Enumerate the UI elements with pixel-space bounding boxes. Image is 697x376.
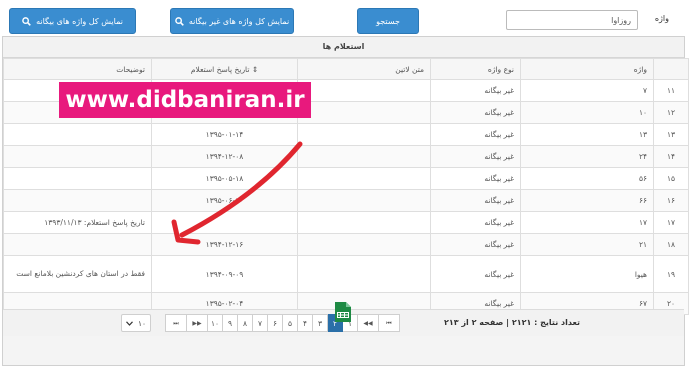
cell-word: ۱۷ <box>520 211 654 234</box>
search-input[interactable] <box>506 10 638 30</box>
search-bar: واژه جستجو نمایش کل واژه های غیر بیگانه … <box>0 0 697 36</box>
show-foreign-words-label: نمایش کل واژه های بیگانه <box>36 16 123 26</box>
cell-word: ۲۴ <box>520 145 654 168</box>
search-icon <box>174 16 184 26</box>
page-6-button[interactable]: ۶ <box>267 314 283 332</box>
cell-index: ۱۵ <box>653 167 689 190</box>
cell-type: غیر بیگانه <box>430 189 521 212</box>
cell-notes: فقط در استان های کردنشین بلامانع است <box>3 255 152 293</box>
cell-latin <box>297 211 431 234</box>
cell-word: هیوا <box>520 255 654 293</box>
cell-latin <box>297 145 431 168</box>
results-count: تعداد نتایج : ۲۱۲۱ | صفحه ۲ از ۲۱۳ <box>444 318 580 327</box>
cell-index: ۱۶ <box>653 189 689 212</box>
panel-title: استعلام ها <box>3 37 684 58</box>
cell-index: ۱۴ <box>653 145 689 168</box>
table-row[interactable]: ۱۳۹۴-۱۲-۰۸ غیر بیگانه ۲۴ ۱۴ <box>3 145 689 168</box>
prev-page-button[interactable]: ◀◀ <box>357 314 379 332</box>
cell-latin <box>297 123 431 146</box>
table-row[interactable]: ۱۳۹۵-۰۱-۱۴ غیر بیگانه ۱۳ ۱۳ <box>3 123 689 146</box>
table-row[interactable]: فقط در استان های کردنشین بلامانع است ۱۳۹۴… <box>3 255 689 293</box>
page-4-button[interactable]: ۴ <box>297 314 313 332</box>
cell-latin <box>297 189 431 212</box>
cell-notes <box>3 233 152 256</box>
header-word: واژه <box>520 58 654 80</box>
cell-type: غیر بیگانه <box>430 101 521 124</box>
cell-index: ۱۷ <box>653 211 689 234</box>
cell-latin <box>297 101 431 124</box>
cell-notes <box>3 189 152 212</box>
table-row[interactable]: ۱۳۹۵-۰۵-۱۸ غیر بیگانه ۵۶ ۱۵ <box>3 167 689 190</box>
table-header-row: توضیحات تاریخ پاسخ استعلام ⇕ متن لاتین ن… <box>3 58 689 80</box>
cell-date: ۱۳۹۴-۰۹-۰۹ <box>151 255 298 293</box>
cell-type: غیر بیگانه <box>430 255 521 293</box>
show-nonforeign-words-label: نمایش کل واژه های غیر بیگانه <box>188 16 290 26</box>
cell-word: ۱۳ <box>520 123 654 146</box>
watermark-banner: www.didbaniran.ir <box>59 82 311 118</box>
show-foreign-words-button[interactable]: نمایش کل واژه های بیگانه <box>9 8 136 34</box>
cell-type: غیر بیگانه <box>430 123 521 146</box>
table-row[interactable]: ۱۳۹۵-۰۶-۱۰ غیر بیگانه ۶۶ ۱۶ <box>3 189 689 212</box>
cell-type: غیر بیگانه <box>430 233 521 256</box>
header-latin: متن لاتین <box>297 58 431 80</box>
excel-export-icon[interactable] <box>333 301 353 323</box>
cell-type: غیر بیگانه <box>430 211 521 234</box>
show-nonforeign-words-button[interactable]: نمایش کل واژه های غیر بیگانه <box>170 8 294 34</box>
cell-notes <box>3 123 152 146</box>
page-size-select[interactable]: ۱۰ <box>121 314 151 332</box>
cell-latin <box>297 79 431 102</box>
cell-index: ۱۳ <box>653 123 689 146</box>
cell-notes <box>3 167 152 190</box>
cell-word: ۵۶ <box>520 167 654 190</box>
cell-index: ۱۸ <box>653 233 689 256</box>
table-row[interactable]: تاریخ پاسخ استعلام: ۱۳۹۳/۱۱/۱۳ غیر بیگانه… <box>3 211 689 234</box>
cell-latin <box>297 255 431 293</box>
page-5-button[interactable]: ۵ <box>282 314 298 332</box>
cell-word: ۱۰ <box>520 101 654 124</box>
cell-type: غیر بیگانه <box>430 167 521 190</box>
cell-index: ۱۲ <box>653 101 689 124</box>
header-index <box>653 58 689 80</box>
search-button-label: جستجو <box>376 16 400 26</box>
page-3-button[interactable]: ۳ <box>312 314 328 332</box>
header-date[interactable]: تاریخ پاسخ استعلام ⇕ <box>151 58 298 80</box>
page-7-button[interactable]: ۷ <box>252 314 268 332</box>
pagination: ⏮ ◀◀ ۱ ۲ ۳ ۴ ۵ ۶ ۷ ۸ ۹ ۱۰ ▶▶ ⏭ <box>165 314 400 332</box>
page-8-button[interactable]: ۸ <box>237 314 253 332</box>
page-size-value: ۱۰ <box>137 318 146 328</box>
page-10-button[interactable]: ۱۰ <box>207 314 223 332</box>
cell-index: ۱۱ <box>653 79 689 102</box>
last-page-button[interactable]: ⏭ <box>165 314 187 332</box>
cell-notes <box>3 145 152 168</box>
search-button[interactable]: جستجو <box>357 8 419 34</box>
cell-index: ۱۹ <box>653 255 689 293</box>
cell-latin <box>297 233 431 256</box>
next-page-button[interactable]: ▶▶ <box>186 314 208 332</box>
cell-type: غیر بیگانه <box>430 79 521 102</box>
first-page-button[interactable]: ⏮ <box>378 314 400 332</box>
page-9-button[interactable]: ۹ <box>222 314 238 332</box>
header-notes: توضیحات <box>3 58 152 80</box>
red-arrow-annotation <box>171 141 303 245</box>
table-row[interactable]: ۱۳۹۴-۱۲-۱۶ غیر بیگانه ۲۱ ۱۸ <box>3 233 689 256</box>
chevron-down-icon <box>126 320 133 326</box>
search-icon <box>22 16 31 26</box>
cell-word: ۷ <box>520 79 654 102</box>
cell-type: غیر بیگانه <box>430 145 521 168</box>
cell-word: ۶۶ <box>520 189 654 212</box>
cell-latin <box>297 167 431 190</box>
header-type: نوع واژه <box>430 58 521 80</box>
cell-word: ۲۱ <box>520 233 654 256</box>
cell-notes: تاریخ پاسخ استعلام: ۱۳۹۳/۱۱/۱۳ <box>3 211 152 234</box>
word-label: واژه <box>654 14 669 23</box>
